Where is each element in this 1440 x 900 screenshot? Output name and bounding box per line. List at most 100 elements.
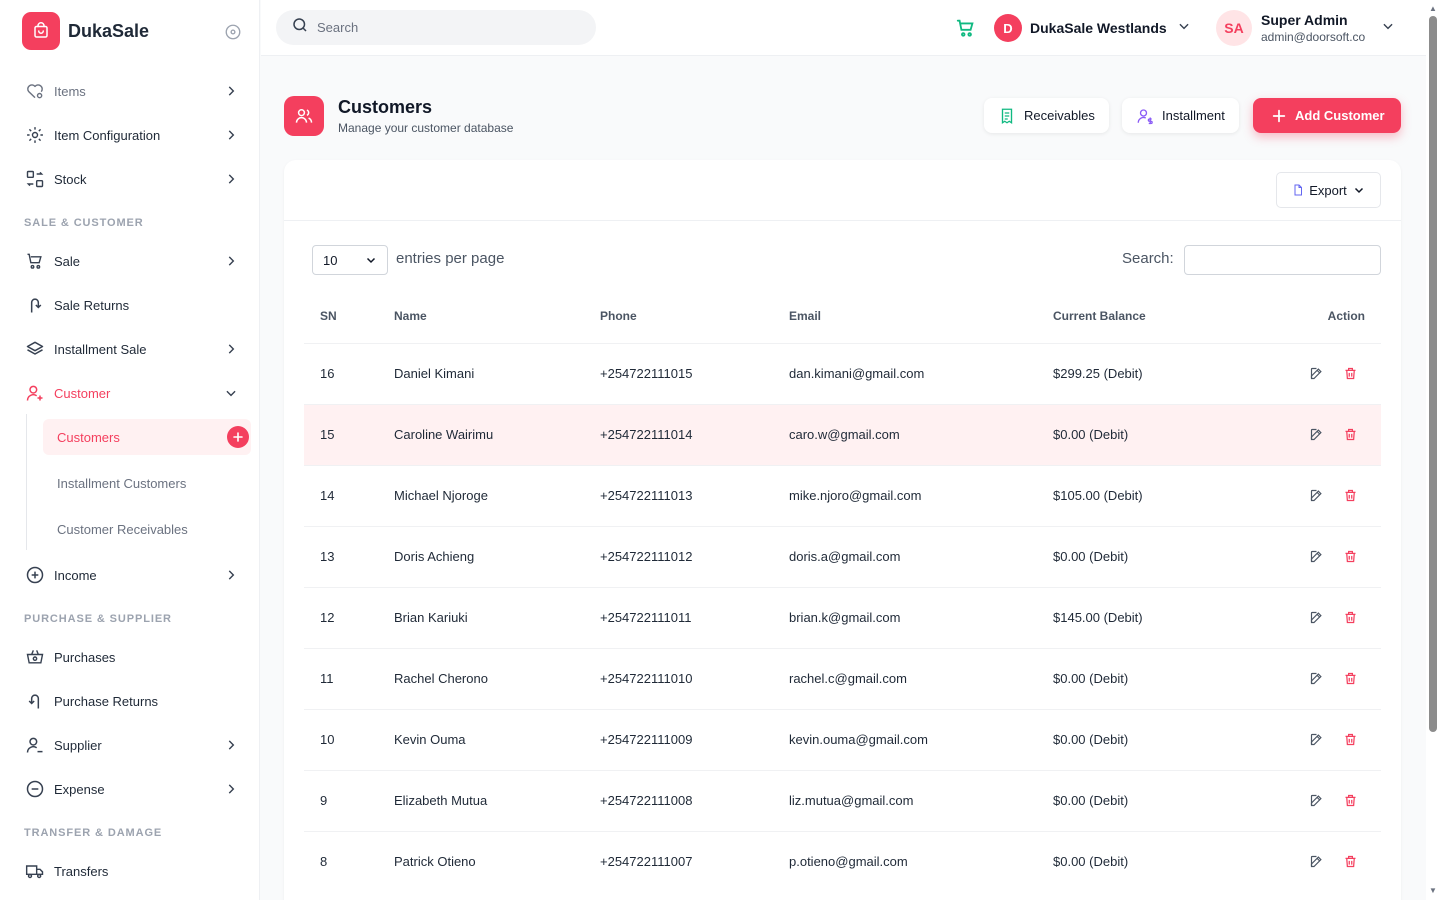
sidebar-item-sale[interactable]: Sale [24,249,238,273]
export-button[interactable]: Export [1276,172,1381,208]
sidebar-item-purchases[interactable]: Purchases [24,645,238,669]
cell-name: Doris Achieng [378,525,584,587]
sidebar-item-income[interactable]: Income [24,563,238,587]
scroll-up-arrow-icon[interactable]: ▲ [1429,4,1437,13]
table-row[interactable]: 9 Elizabeth Mutua +254722111008 liz.mutua@g… [304,769,1381,831]
trash-icon[interactable] [1341,487,1359,505]
sidebar-item-customer[interactable]: Customer [24,381,238,405]
entries-select[interactable]: 10 [312,245,388,275]
section-sale-customer: SALE & CUSTOMER [24,217,144,229]
sidebar-item-item-configuration[interactable]: Item Configuration [24,123,238,147]
file-icon [1292,184,1304,196]
sidebar-collapse-icon[interactable] [224,23,242,41]
column-header[interactable]: Email [773,290,1037,343]
table-row[interactable]: 15 Caroline Wairimu +254722111014 caro.w@gm… [304,403,1381,465]
column-header[interactable]: Current Balance [1037,290,1211,343]
add-plus-icon[interactable] [227,426,249,448]
sidebar-subitem-customers[interactable]: Customers [43,419,251,455]
edit-icon[interactable] [1307,609,1325,627]
trash-icon[interactable] [1341,426,1359,444]
trash-icon[interactable] [1341,670,1359,688]
store-badge: D [994,14,1022,42]
edit-icon[interactable] [1307,670,1325,688]
edit-icon[interactable] [1307,853,1325,871]
sidebar-item-transfers[interactable]: Transfers [24,859,238,883]
cell-email: doris.a@gmail.com [773,525,1037,587]
table-row[interactable]: 11 Rachel Cherono +254722111010 rachel.c@gm… [304,647,1381,709]
cell-action [1211,708,1381,770]
cell-name: Daniel Kimani [378,342,584,404]
page-title: Customers [338,97,433,117]
return-arrow-icon [24,690,46,712]
store-name: DukaSale Westlands [1030,20,1167,36]
chevron-right-icon [224,172,238,186]
trash-icon[interactable] [1341,609,1359,627]
cart-icon[interactable] [955,17,977,39]
cell-name: Elizabeth Mutua [378,769,584,831]
receivables-button[interactable]: Receivables [984,98,1109,133]
trash-icon[interactable] [1341,853,1359,871]
user-menu[interactable]: SA Super Admin admin@doorsoft.co [1216,9,1395,47]
plus-icon [1271,108,1287,124]
trash-icon[interactable] [1341,365,1359,383]
table-search-label: Search: [1122,250,1174,267]
sidebar-item-purchase-returns[interactable]: Purchase Returns [24,689,238,713]
sidebar-item-sale-returns[interactable]: Sale Returns [24,293,238,317]
edit-icon[interactable] [1307,548,1325,566]
cell-action [1211,342,1381,404]
scroll-down-arrow-icon[interactable]: ▼ [1429,886,1437,895]
cell-action [1211,525,1381,587]
cell-balance: $0.00 (Debit) [1037,830,1211,892]
cell-balance: $0.00 (Debit) [1037,403,1211,465]
table-row[interactable]: 10 Kevin Ouma +254722111009 kevin.ouma@gmai… [304,708,1381,770]
export-label: Export [1309,182,1347,198]
sidebar-subitem-installment-customers[interactable]: Installment Customers [43,465,251,501]
sidebar-item-items[interactable]: Items [24,79,238,103]
table-row[interactable]: 8 Patrick Otieno +254722111007 p.otieno@gma… [304,830,1381,892]
cell-balance: $105.00 (Debit) [1037,464,1211,526]
chevron-down-icon [1381,19,1395,38]
cell-phone: +254722111010 [584,647,773,709]
trash-icon[interactable] [1341,792,1359,810]
global-search[interactable] [276,10,596,45]
trash-icon[interactable] [1341,731,1359,749]
edit-icon[interactable] [1307,426,1325,444]
user-dollar-icon [1136,107,1154,125]
table-row[interactable]: 16 Daniel Kimani +254722111015 dan.kimani@g… [304,342,1381,404]
edit-icon[interactable] [1307,487,1325,505]
receipt-icon [998,107,1016,125]
chevron-down-icon [224,386,238,400]
brand[interactable]: DukaSale [22,12,149,50]
user-plus-icon [24,382,46,404]
table-row[interactable]: 14 Michael Njoroge +254722111013 mike.njoro… [304,464,1381,526]
cell-phone: +254722111014 [584,403,773,465]
search-input[interactable] [317,20,577,35]
cell-email: mike.njoro@gmail.com [773,464,1037,526]
column-header[interactable]: Name [378,290,584,343]
cell-action [1211,586,1381,648]
column-header[interactable]: SN [304,290,378,343]
store-selector[interactable]: D DukaSale Westlands [994,14,1191,42]
column-header[interactable]: Phone [584,290,773,343]
edit-icon[interactable] [1307,792,1325,810]
table-search-input[interactable] [1184,245,1381,275]
table-row[interactable]: 13 Doris Achieng +254722111012 doris.a@gmai… [304,525,1381,587]
sidebar-item-stock[interactable]: Stock [24,167,238,191]
add-customer-button[interactable]: Add Customer [1253,98,1401,133]
scrollbar-thumb[interactable] [1429,16,1437,732]
installment-button[interactable]: Installment [1122,98,1239,133]
gear-cog-icon [24,124,46,146]
chevron-right-icon [224,568,238,582]
sidebar-item-installment-sale[interactable]: Installment Sale [24,337,238,361]
table-row[interactable]: 12 Brian Kariuki +254722111011 brian.k@gmai… [304,586,1381,648]
receivables-label: Receivables [1024,108,1095,123]
edit-icon[interactable] [1307,365,1325,383]
sidebar-item-expense[interactable]: Expense [24,777,238,801]
trash-icon[interactable] [1341,548,1359,566]
sidebar-subitem-customer-receivables[interactable]: Customer Receivables [43,511,251,547]
sidebar-item-supplier[interactable]: Supplier [24,733,238,757]
table-header-row: SN Name Phone Email Current Balance Acti… [304,290,1381,343]
cell-sn: 16 [304,342,378,404]
cell-email: dan.kimani@gmail.com [773,342,1037,404]
edit-icon[interactable] [1307,731,1325,749]
